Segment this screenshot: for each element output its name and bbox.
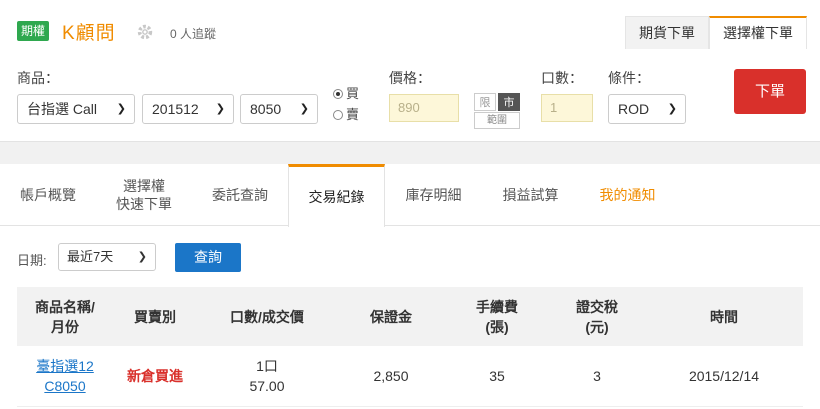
product-select-value: 台指選 Call: [27, 101, 98, 117]
account-tabs: 帳戶概覽 選擇權 快速下單 委託查詢 交易紀錄 庫存明細 損益試算 我的通知: [0, 164, 820, 227]
options-badge: 期權: [17, 21, 49, 41]
tab-quick-options-order[interactable]: 選擇權 快速下單: [96, 164, 192, 226]
month-select[interactable]: 201512 ❯: [142, 94, 234, 124]
trade-history-table: 商品名稱/ 月份 買賣別 口數/成交價 保證金 手續費 (張) 證交稅 (元) …: [17, 287, 803, 407]
chevron-down-icon: ❯: [137, 251, 147, 263]
cell-fee: 35: [445, 346, 549, 407]
col-fee: 手續費 (張): [445, 287, 549, 346]
col-tax: 證交稅 (元): [549, 287, 645, 346]
market-button[interactable]: 市: [498, 93, 520, 111]
date-label: 日期:: [17, 253, 47, 268]
month-select-value: 201512: [152, 101, 199, 117]
cell-tax: 3: [549, 346, 645, 407]
buy-radio[interactable]: 買: [333, 83, 359, 102]
col-time: 時間: [645, 287, 803, 346]
product-label: 商品：: [17, 70, 59, 86]
table-header-row: 商品名稱/ 月份 買賣別 口數/成交價 保證金 手續費 (張) 證交稅 (元) …: [17, 287, 803, 346]
tab-inventory-details[interactable]: 庫存明細: [385, 164, 482, 226]
submit-order-button[interactable]: 下單: [734, 69, 806, 114]
product-link[interactable]: 臺指選12 C8050: [36, 358, 94, 394]
quantity-input[interactable]: 1: [541, 94, 593, 122]
col-qty-price: 口數/成交價: [197, 287, 337, 346]
strike-select-value: 8050: [250, 101, 282, 117]
price-type-toggle: 限 市 範圍: [474, 93, 524, 129]
sell-radio[interactable]: 賣: [333, 104, 359, 123]
chevron-down-icon: ❯: [299, 103, 309, 115]
tab-futures-order[interactable]: 期貨下單: [625, 16, 709, 49]
cell-time: 2015/12/14: [645, 346, 803, 407]
tab-pnl-calculator[interactable]: 損益試算: [482, 164, 579, 226]
cell-margin: 2,850: [337, 346, 445, 407]
chevron-down-icon: ❯: [116, 103, 126, 115]
date-range-select[interactable]: 最近7天 ❯: [58, 243, 156, 271]
chevron-down-icon: ❯: [215, 103, 225, 115]
product-select[interactable]: 台指選 Call ❯: [17, 94, 135, 124]
tab-order-query[interactable]: 委託查詢: [192, 164, 288, 226]
section-divider: [0, 142, 820, 164]
order-panel: 期權 K顧問 0 人追蹤 期貨下單 選擇權下單 商品： 台指選 Call ❯ 2…: [0, 0, 820, 142]
quantity-label: 口數：: [541, 70, 583, 86]
followers-count: 0 人追蹤: [170, 27, 217, 41]
radio-unchecked-icon: [333, 110, 343, 120]
price-input[interactable]: 890: [389, 94, 459, 122]
query-button[interactable]: 查詢: [175, 243, 241, 272]
sell-radio-label: 賣: [346, 107, 360, 122]
tab-account-overview[interactable]: 帳戶概覽: [0, 164, 96, 226]
buy-radio-label: 買: [346, 86, 360, 101]
tab-options-order[interactable]: 選擇權下單: [709, 16, 807, 49]
chevron-down-icon: ❯: [667, 103, 677, 115]
cell-side: 新倉買進: [113, 346, 197, 407]
col-product: 商品名稱/ 月份: [17, 287, 113, 346]
strike-select[interactable]: 8050 ❯: [240, 94, 318, 124]
cell-qty-price: 1口 57.00: [197, 346, 337, 407]
condition-select[interactable]: ROD ❯: [608, 94, 686, 124]
limit-button[interactable]: 限: [474, 93, 496, 111]
radio-checked-icon: [333, 89, 343, 99]
table-row: 臺指選12 C8050 新倉買進 1口 57.00 2,850 35 3 201…: [17, 346, 803, 407]
col-side: 買賣別: [113, 287, 197, 346]
price-label: 價格：: [389, 70, 431, 86]
col-margin: 保證金: [337, 287, 445, 346]
cell-product: 臺指選12 C8050: [17, 346, 113, 407]
order-type-tabs: 期貨下單 選擇權下單: [625, 16, 807, 49]
date-range-value: 最近7天: [67, 249, 114, 264]
condition-select-value: ROD: [618, 101, 650, 117]
tab-my-notifications[interactable]: 我的通知: [579, 164, 676, 226]
range-button[interactable]: 範圍: [474, 112, 520, 129]
tab-trade-history[interactable]: 交易紀錄: [288, 164, 385, 227]
gear-icon[interactable]: [136, 23, 154, 41]
condition-label: 條件：: [608, 70, 650, 86]
brand-title: K顧問: [62, 23, 116, 44]
